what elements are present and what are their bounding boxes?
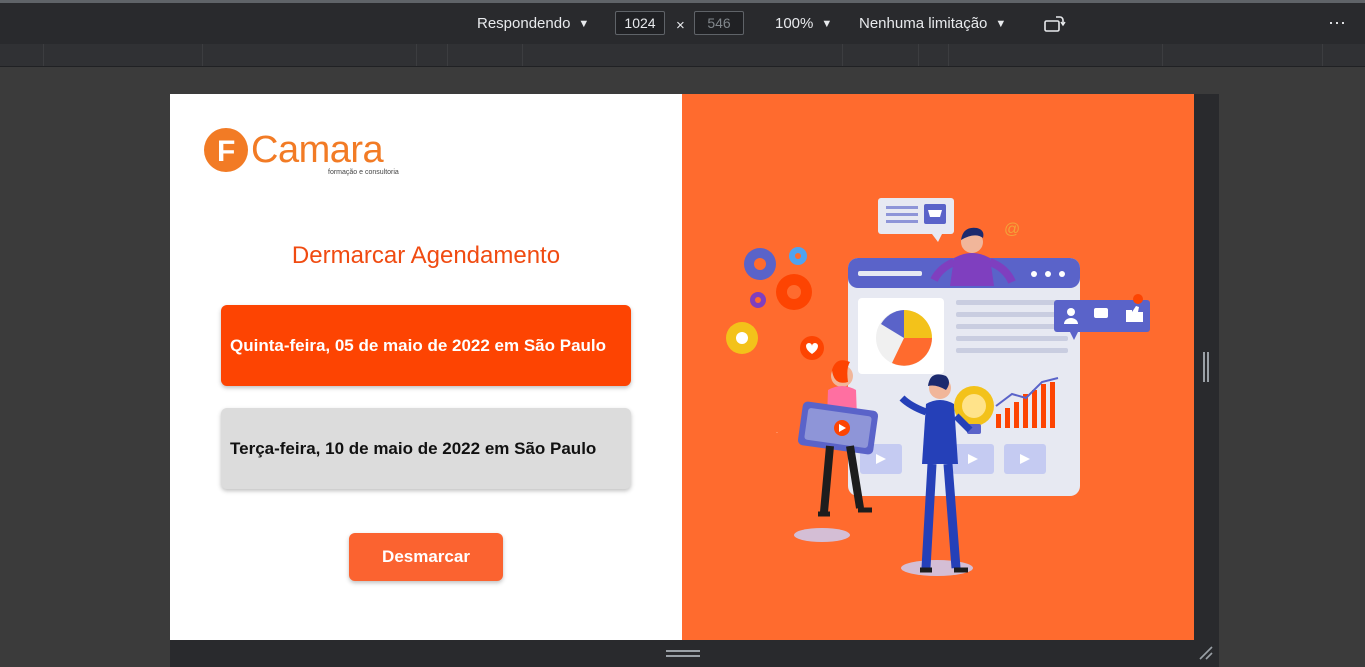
zoom-label: 100% (775, 15, 814, 32)
logo-tagline: formação e consultoria (328, 169, 399, 176)
page-title: Dermarcar Agendamento (291, 242, 561, 269)
resize-handle-right-icon[interactable] (1203, 352, 1209, 382)
date-option[interactable]: Terça-feira, 10 de maio de 2022 em São P… (221, 408, 631, 489)
device-mode-dropdown[interactable]: Respondendo ▼ (477, 3, 589, 44)
throttling-dropdown[interactable]: Nenhuma limitação ▼ (859, 3, 1006, 44)
resize-handle-bottom-icon[interactable] (666, 649, 700, 659)
rotate-icon[interactable] (1044, 15, 1066, 37)
media-query-ruler (0, 44, 1365, 67)
width-input[interactable]: 1024 (615, 11, 665, 35)
date-option-label: Quinta-feira, 05 de maio de 2022 em São … (230, 335, 607, 355)
caret-down-icon: ▼ (995, 17, 1007, 30)
desmarcar-button[interactable]: Desmarcar (349, 533, 503, 581)
logo-wordmark: Camara (251, 129, 384, 171)
throttling-label: Nenhuma limitação (859, 15, 988, 32)
dimension-separator: × (676, 17, 685, 34)
device-mode-label: Respondendo (477, 15, 571, 32)
more-options-icon[interactable]: ⋯ (1328, 13, 1347, 34)
illustration-panel: @ · (682, 94, 1194, 640)
resize-corner-icon[interactable] (1198, 645, 1214, 661)
caret-down-icon: ▼ (578, 17, 590, 30)
date-option-selected[interactable]: Quinta-feira, 05 de maio de 2022 em São … (221, 305, 631, 386)
emulated-viewport: F Camara formação e consultoria Dermarca… (170, 94, 1194, 640)
svg-text:@: @ (1004, 221, 1020, 238)
marketing-team-illustration: @ · (726, 198, 1150, 576)
device-toolbar: Respondendo ▼ 1024 × 546 100% ▼ Nenhuma … (0, 0, 1365, 44)
svg-text:·: · (776, 430, 778, 436)
height-input[interactable]: 546 (694, 11, 744, 35)
caret-down-icon: ▼ (821, 17, 833, 30)
fcamara-logo: F Camara formação e consultoria (203, 127, 423, 182)
zoom-dropdown[interactable]: 100% ▼ (775, 3, 832, 44)
date-option-label: Terça-feira, 10 de maio de 2022 em São P… (230, 438, 597, 458)
left-panel: F Camara formação e consultoria Dermarca… (170, 94, 682, 640)
logo-letter: F (217, 135, 235, 168)
